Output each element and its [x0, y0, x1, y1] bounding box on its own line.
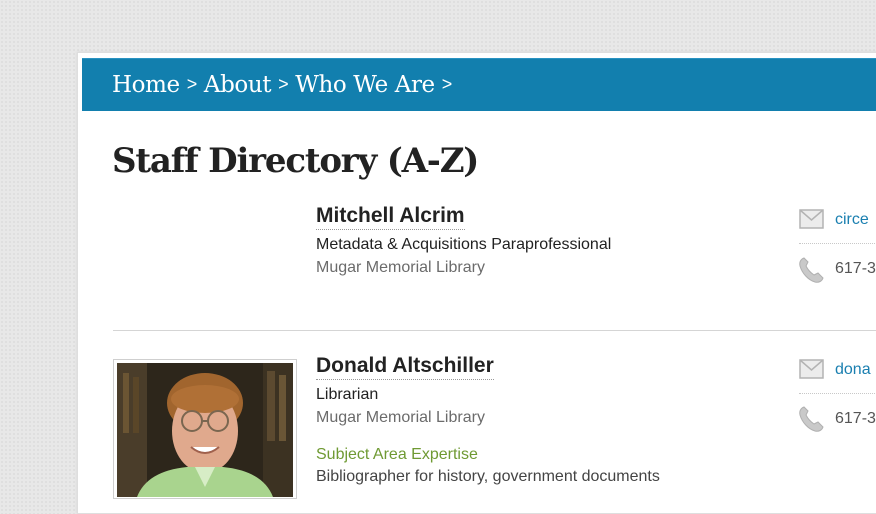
staff-name-link[interactable]: Mitchell Alcrim: [316, 204, 465, 230]
breadcrumb-separator: >: [278, 74, 289, 94]
staff-department: Mugar Memorial Library: [316, 259, 485, 276]
contact-divider: [799, 243, 876, 244]
staff-phone: 617-3: [835, 410, 876, 427]
contact-divider: [799, 393, 876, 394]
staff-photo-image: [117, 363, 293, 497]
mail-icon: [799, 359, 824, 379]
expertise-text: Bibliographer for history, government do…: [316, 468, 660, 485]
breadcrumb: Home > About > Who We Are >: [112, 72, 459, 98]
staff-job-title: Metadata & Acquisitions Paraprofessional: [316, 236, 612, 253]
breadcrumb-about-link[interactable]: About: [204, 72, 272, 98]
page-title: Staff Directory (A-Z): [112, 141, 479, 181]
staff-photo: [113, 359, 297, 499]
breadcrumb-separator: >: [441, 74, 453, 94]
staff-name-link[interactable]: Donald Altschiller: [316, 354, 494, 380]
mail-icon: [799, 209, 824, 229]
phone-icon: [799, 257, 824, 283]
staff-email-link[interactable]: circe: [835, 211, 869, 229]
entry-divider: [113, 330, 876, 331]
staff-department: Mugar Memorial Library: [316, 409, 485, 426]
staff-email-link[interactable]: dona: [835, 361, 871, 379]
expertise-heading: Subject Area Expertise: [316, 446, 478, 463]
breadcrumb-home-link[interactable]: Home: [112, 72, 180, 98]
breadcrumb-who-we-are-link[interactable]: Who We Are: [295, 72, 435, 98]
staff-phone: 617-3: [835, 260, 876, 277]
breadcrumb-bar: Home > About > Who We Are >: [82, 58, 876, 111]
staff-job-title: Librarian: [316, 386, 379, 403]
phone-icon: [799, 406, 824, 432]
breadcrumb-separator: >: [186, 74, 198, 94]
